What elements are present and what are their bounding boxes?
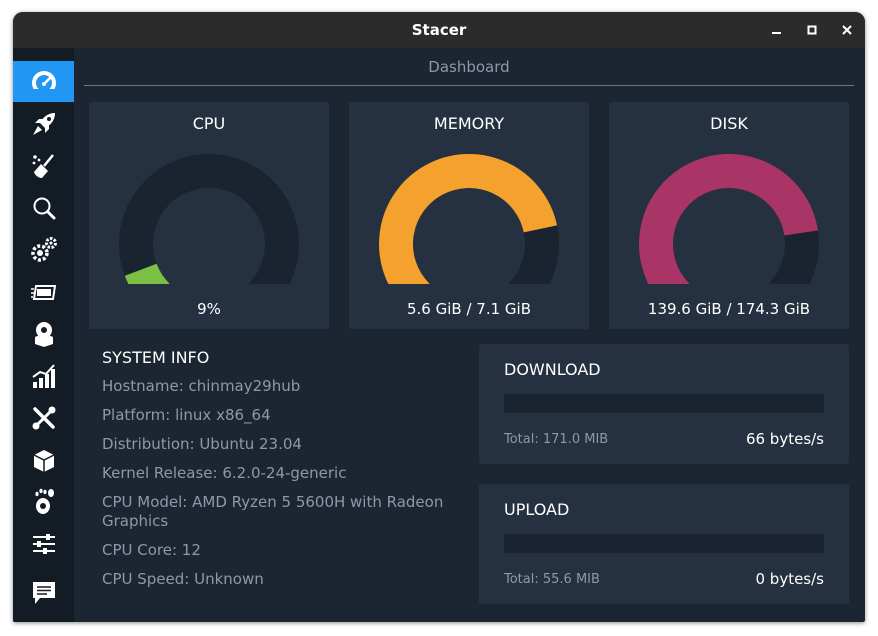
dashboard-title: Dashboard <box>428 58 510 76</box>
upload-rate: 0 bytes/s <box>755 570 824 588</box>
upload-graph <box>504 534 824 553</box>
rocket-icon <box>32 112 55 135</box>
download-title: DOWNLOAD <box>504 360 601 379</box>
maximize-icon <box>807 25 817 35</box>
cpu-speed-text: CPU Speed: Unknown <box>102 570 264 588</box>
memory-gauge-value: 5.6 GiB / 7.1 GiB <box>407 300 531 318</box>
system-info-panel: SYSTEM INFO Hostname: chinmay29hub Platf… <box>102 348 472 599</box>
disk-gauge-title: DISK <box>710 114 748 133</box>
upload-title: UPLOAD <box>504 500 570 519</box>
gnome-foot-icon <box>34 488 54 514</box>
memory-gauge <box>379 154 559 284</box>
chart-bars-icon <box>31 363 55 388</box>
download-rate: 66 bytes/s <box>745 430 824 448</box>
app-window: Stacer Dashboard CPU 9% MEMORY 5.6 GiB /… <box>13 12 865 622</box>
dashboard-divider <box>84 85 854 86</box>
cpu-gauge <box>119 154 299 284</box>
cards-stack-icon <box>30 284 56 300</box>
sidebar-item-settings[interactable] <box>13 523 74 564</box>
cpu-gauge-title: CPU <box>192 114 226 133</box>
sidebar-item-processes[interactable] <box>13 271 74 312</box>
close-button[interactable] <box>835 18 859 42</box>
kernel-release-text: Kernel Release: 6.2.0-24-generic <box>102 464 347 482</box>
tools-icon <box>32 406 55 429</box>
sliders-icon <box>32 533 55 554</box>
disk-gauge-value: 139.6 GiB / 174.3 GiB <box>647 300 811 318</box>
download-graph <box>504 394 824 413</box>
hostname-text: Hostname: chinmay29hub <box>102 377 301 395</box>
upload-total: Total: 55.6 MIB <box>504 572 600 587</box>
message-icon <box>32 581 55 604</box>
sidebar-item-system-cleaner[interactable] <box>13 145 74 186</box>
sidebar-item-feedback[interactable] <box>13 572 74 613</box>
sidebar-item-apt-repositories[interactable] <box>13 439 74 480</box>
memory-gauge-fill <box>379 154 558 284</box>
sidebar-item-dashboard[interactable] <box>13 61 74 102</box>
sidebar-item-gnome-settings[interactable] <box>13 481 74 522</box>
minimize-icon <box>772 32 781 34</box>
memory-gauge-card: MEMORY 5.6 GiB / 7.1 GiB <box>349 102 589 329</box>
broom-cleaner-icon <box>32 153 54 178</box>
download-card: DOWNLOAD Total: 171.0 MIB 66 bytes/s <box>479 344 849 464</box>
search-icon <box>33 197 55 219</box>
memory-gauge-title: MEMORY <box>433 114 505 133</box>
sidebar-item-uninstaller[interactable] <box>13 313 74 354</box>
sidebar-item-helpers[interactable] <box>13 397 74 438</box>
disk-gauge-card: DISK 139.6 GiB / 174.3 GiB <box>609 102 849 329</box>
gears-icon <box>30 236 57 262</box>
download-total: Total: 171.0 MIB <box>504 432 609 447</box>
cpu-model-text: CPU Model: AMD Ryzen 5 5600H with Radeon… <box>102 493 444 530</box>
sidebar-item-services[interactable] <box>13 229 74 270</box>
cpu-gauge-value: 9% <box>197 300 221 318</box>
maximize-button[interactable] <box>800 18 824 42</box>
disk-gauge-fill <box>639 154 818 284</box>
window-title: Stacer <box>411 21 467 39</box>
close-icon <box>842 25 852 35</box>
sidebar-item-resources[interactable] <box>13 355 74 396</box>
box-icon <box>33 449 54 472</box>
sidebar-item-search[interactable] <box>13 187 74 228</box>
sidebar-item-startup-apps[interactable] <box>13 103 74 144</box>
distribution-text: Distribution: Ubuntu 23.04 <box>102 435 302 453</box>
upload-card: UPLOAD Total: 55.6 MIB 0 bytes/s <box>479 484 849 604</box>
system-info-title: SYSTEM INFO <box>102 348 210 367</box>
cpu-core-text: CPU Core: 12 <box>102 541 201 559</box>
cpu-gauge-card: CPU 9% <box>89 102 329 329</box>
disk-package-icon <box>34 321 53 347</box>
titlebar: Stacer <box>13 12 865 48</box>
dashboard-icon <box>31 70 56 95</box>
disk-gauge <box>639 154 819 284</box>
cpu-gauge-fill <box>124 263 170 284</box>
sidebar <box>13 48 74 622</box>
minimize-button[interactable] <box>765 18 789 42</box>
platform-text: Platform: linux x86_64 <box>102 406 271 424</box>
